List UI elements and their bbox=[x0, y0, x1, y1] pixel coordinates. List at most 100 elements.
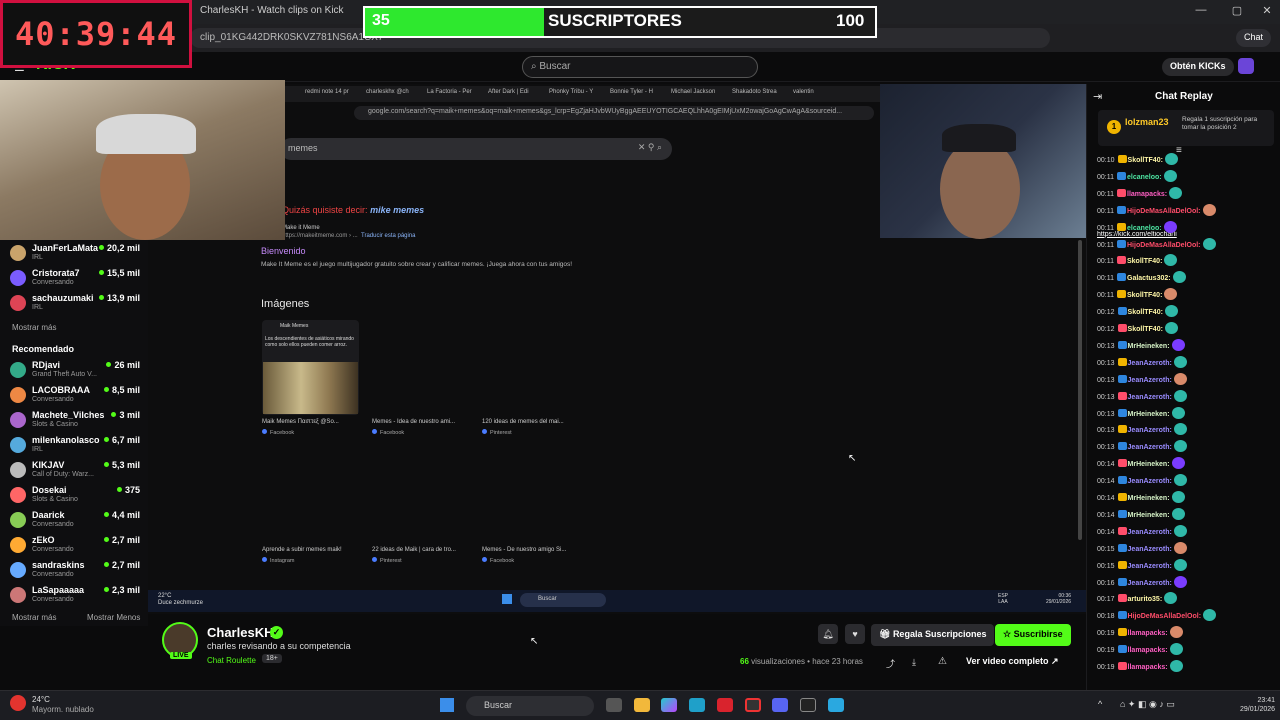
chat-username[interactable]: arturito35: bbox=[1128, 596, 1163, 603]
chat-username[interactable]: MrHeineken: bbox=[1128, 411, 1170, 418]
chat-username[interactable]: SkollTF40: bbox=[1128, 309, 1163, 316]
recommended-title: Recomendado bbox=[12, 344, 75, 354]
taskbar-search[interactable]: Buscar bbox=[466, 696, 594, 716]
stream-category[interactable]: Chat Roulette bbox=[207, 656, 256, 665]
sidebar-item-zeko[interactable]: zEkO Conversando 2,7 mil bbox=[10, 535, 140, 559]
browser-chat-button[interactable]: Chat bbox=[1236, 29, 1272, 47]
chat-username[interactable]: elcaneloo: bbox=[1127, 174, 1162, 181]
sidebar-item-viewers: 13,9 mil bbox=[98, 293, 140, 303]
chat-username[interactable]: JeanAzeroth: bbox=[1128, 478, 1172, 485]
chat-username[interactable]: JeanAzeroth: bbox=[1128, 529, 1172, 536]
maximize-icon[interactable]: ▢ bbox=[1228, 4, 1246, 20]
report-icon[interactable]: ⚠ bbox=[938, 656, 947, 667]
chat-username[interactable]: JeanAzeroth: bbox=[1128, 580, 1172, 587]
search-input[interactable]: ⌕ Buscar bbox=[522, 56, 758, 78]
sidebar-item-rdjavi[interactable]: RDjavi Grand Theft Auto V... 26 mil bbox=[10, 360, 140, 384]
chat-username[interactable]: JeanAzeroth: bbox=[1128, 444, 1172, 451]
download-icon[interactable]: ⤓ bbox=[912, 657, 916, 668]
chat-username[interactable]: JeanAzeroth: bbox=[1128, 546, 1172, 553]
sidebar-item-lasapaaaaa[interactable]: LaSapaaaaa Conversando 2,3 mil bbox=[10, 585, 140, 609]
tray-chevron-icon[interactable]: ^ bbox=[1098, 699, 1102, 709]
chat-username[interactable]: JeanAzeroth: bbox=[1128, 360, 1172, 367]
chat-message: 00:12 SkollTF40: bbox=[1097, 305, 1277, 321]
subscribe-button[interactable]: ☆ Suscribirse bbox=[995, 624, 1071, 646]
chat-timestamp: 00:14 bbox=[1097, 511, 1115, 519]
sidebar-item-machete_vilches[interactable]: Machete_Vilches Slots & Casino 3 mil bbox=[10, 410, 140, 434]
chat-username[interactable]: MrHeineken: bbox=[1128, 495, 1170, 502]
chat-username[interactable]: llamapacks: bbox=[1128, 630, 1168, 637]
chat-emote-icon bbox=[1169, 626, 1183, 639]
chat-badge-icon bbox=[1117, 560, 1127, 569]
task-view-icon[interactable] bbox=[606, 698, 622, 712]
app-blue-icon[interactable] bbox=[828, 698, 844, 712]
sidebar-item-kikjav[interactable]: KIKJAV Call of Duty: Warz... 5,3 mil bbox=[10, 460, 140, 484]
share-icon[interactable]: ⤴ bbox=[886, 657, 895, 670]
sidebar-item-lacobraaa[interactable]: LACOBRAAA Conversando 8,5 mil bbox=[10, 385, 140, 409]
get-kicks-button[interactable]: Obtén KICKs bbox=[1162, 58, 1234, 76]
full-video-link[interactable]: Ver video completo ↗ bbox=[966, 656, 1059, 667]
start-button-icon[interactable] bbox=[440, 698, 454, 712]
user-avatar[interactable] bbox=[1238, 58, 1254, 74]
chat-username[interactable]: HijoDeMasAllaDelOol: bbox=[1127, 208, 1201, 215]
chat-username[interactable]: MrHeineken: bbox=[1128, 461, 1170, 468]
tray-icons[interactable]: ⌂ ✦ ◧ ◉ ♪ ▭ bbox=[1120, 699, 1175, 710]
chat-username[interactable]: Galactus302: bbox=[1127, 275, 1171, 282]
chat-username[interactable]: SkollTF40: bbox=[1128, 326, 1163, 333]
chat-username[interactable]: llamapacks: bbox=[1127, 191, 1167, 198]
sidebar-item-cristorata7[interactable]: Cristorata7 Conversando 15,5 mil bbox=[10, 268, 140, 292]
streamer-name[interactable]: CharlesKH bbox=[207, 625, 273, 640]
viewer-count: 6,7 mil bbox=[111, 435, 140, 445]
chat-emote-icon bbox=[1171, 338, 1185, 351]
app-dark-icon[interactable] bbox=[800, 698, 816, 712]
gift-icon: 🎁︎ bbox=[879, 629, 893, 639]
collapse-chat-icon[interactable]: ⇥ bbox=[1093, 90, 1102, 103]
sidebar-item-name: Dosekai bbox=[32, 485, 67, 495]
chat-username[interactable]: MrHeineken: bbox=[1128, 512, 1170, 519]
close-icon[interactable]: ✕ bbox=[1258, 4, 1276, 20]
chat-username[interactable]: llamapacks: bbox=[1128, 647, 1168, 654]
edge-icon[interactable] bbox=[689, 698, 705, 712]
chat-emote-icon bbox=[1173, 575, 1187, 588]
chat-username[interactable]: HijoDeMasAllaDelOol: bbox=[1128, 613, 1202, 620]
chat-username[interactable]: MrHeineken: bbox=[1128, 343, 1170, 350]
bell-icon[interactable]: 🔔︎ bbox=[818, 624, 838, 644]
file-explorer-icon[interactable] bbox=[634, 698, 650, 712]
browser-tab-title[interactable]: CharlesKH - Watch clips on Kick bbox=[200, 5, 344, 16]
weather-widget[interactable]: 24°C Mayorm. nublado bbox=[32, 695, 94, 715]
chat-timestamp: 00:12 bbox=[1097, 326, 1115, 333]
sidebar-item-milenkanolasco[interactable]: milenkanolasco IRL 6,7 mil bbox=[10, 435, 140, 459]
copilot-icon[interactable] bbox=[661, 698, 677, 712]
minimize-icon[interactable]: — bbox=[1192, 4, 1210, 20]
chat-username[interactable]: HijoDeMasAllaDelOol: bbox=[1127, 242, 1201, 249]
chat-username[interactable]: SkollTF40: bbox=[1127, 258, 1162, 265]
sidebar-item-juanferlamata[interactable]: JuanFerLaMata IRL 20,2 mil bbox=[10, 243, 140, 267]
show-more-link[interactable]: Mostrar más bbox=[12, 323, 56, 332]
viewer-count: 2,7 mil bbox=[111, 535, 140, 545]
chat-username[interactable]: SkollTF40: bbox=[1127, 292, 1162, 299]
chat-username[interactable]: JeanAzeroth: bbox=[1128, 563, 1172, 570]
chat-username[interactable]: SkollTF40: bbox=[1128, 157, 1163, 164]
chat-username[interactable]: elcaneloo: bbox=[1127, 225, 1162, 232]
heart-icon[interactable]: ♥ bbox=[845, 624, 865, 644]
sidebar-item-name: milenkanolasco bbox=[32, 435, 100, 445]
sidebar-item-sandraskins[interactable]: sandraskins Conversando 2,7 mil bbox=[10, 560, 140, 584]
sidebar-item-dosekai[interactable]: Dosekai Slots & Casino 375 bbox=[10, 485, 140, 509]
app-red-icon[interactable] bbox=[717, 698, 733, 712]
gift-subs-button[interactable]: 🎁︎ Regala Suscripciones bbox=[871, 624, 995, 646]
chat-username[interactable]: JeanAzeroth: bbox=[1128, 377, 1172, 384]
show-less-link[interactable]: Mostrar Menos bbox=[87, 613, 140, 622]
chat-timestamp: 00:17 bbox=[1097, 596, 1115, 604]
chat-username[interactable]: JeanAzeroth: bbox=[1128, 427, 1172, 434]
sidebar-item-category: Conversando bbox=[32, 279, 74, 286]
taskbar-clock[interactable]: 23:41 29/01/2026 bbox=[1240, 696, 1275, 714]
chat-badge-icon bbox=[1117, 645, 1127, 654]
app-recorder-icon[interactable] bbox=[745, 698, 761, 712]
sidebar-item-daarick[interactable]: Daarick Conversando 4,4 mil bbox=[10, 510, 140, 534]
chat-username[interactable]: llamapacks: bbox=[1128, 664, 1168, 671]
pinned-user[interactable]: lolzman23 bbox=[1125, 117, 1169, 127]
discord-icon[interactable] bbox=[772, 698, 788, 712]
chat-username[interactable]: JeanAzeroth: bbox=[1128, 394, 1172, 401]
sidebar-item-name: sandraskins bbox=[32, 560, 85, 570]
show-more-link-2[interactable]: Mostrar más bbox=[12, 613, 56, 622]
sidebar-item-sachauzumaki[interactable]: sachauzumaki IRL 13,9 mil bbox=[10, 293, 140, 317]
